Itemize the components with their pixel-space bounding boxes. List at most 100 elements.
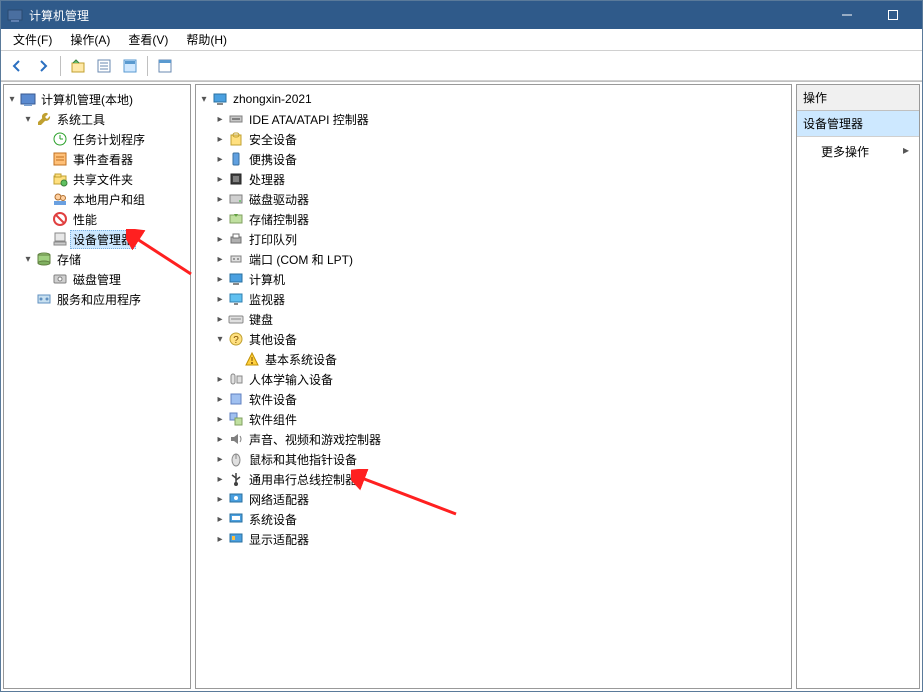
tree-label: 通用串行总线控制器 [246,470,360,489]
tree-label: 显示适配器 [246,530,312,549]
menu-view[interactable]: 查看(V) [120,29,176,50]
wrench-icon [36,111,52,127]
root-mgmt-icon [20,91,36,107]
refresh-button[interactable] [118,54,142,78]
tree-label: 人体学输入设备 [246,370,336,389]
device-category[interactable]: ▸IDE ATA/ATAPI 控制器 [196,109,791,129]
tree-label: 系统工具 [54,110,108,129]
actions-context: 设备管理器 [797,111,919,137]
device-category[interactable]: ▸ 便携设备 [196,149,791,169]
device-category[interactable]: ▸计算机 [196,269,791,289]
device-category[interactable]: ▸安全设备 [196,129,791,149]
tree-node[interactable]: ▾存储 [4,249,190,269]
tree-twisty[interactable]: ▸ [212,211,228,227]
tree-node[interactable]: ▾ 系统工具 [4,109,190,129]
device-category[interactable]: ▸ 人体学输入设备 [196,369,791,389]
tree-twisty-none [36,151,52,167]
tree-twisty[interactable]: ▸ [212,371,228,387]
tree-item[interactable]: 任务计划程序 [4,129,190,149]
tree-label: 声音、视频和游戏控制器 [246,430,384,449]
computer-icon [228,271,244,287]
menu-file[interactable]: 文件(F) [5,29,60,50]
tree-twisty[interactable]: ▾ [20,251,36,267]
tree-twisty[interactable]: ▸ [212,131,228,147]
menu-action[interactable]: 操作(A) [62,29,118,50]
tree-twisty-none [36,211,52,227]
print-icon [228,231,244,247]
device-category[interactable]: ▸软件组件 [196,409,791,429]
tree-label: 便携设备 [246,150,300,169]
app-icon [7,7,23,23]
device-tree-pane[interactable]: ▾zhongxin-2021▸IDE ATA/ATAPI 控制器▸安全设备▸便携… [195,84,792,689]
properties-button[interactable] [92,54,116,78]
tree-twisty[interactable]: ▸ [212,451,228,467]
device-category[interactable]: ▸ 显示适配器 [196,529,791,549]
tree-twisty[interactable]: ▸ [212,251,228,267]
tree-twisty[interactable]: ▸ [212,471,228,487]
tree-twisty[interactable]: ▸ [212,391,228,407]
device-category[interactable]: ▸系统设备 [196,509,791,529]
tree-twisty[interactable]: ▸ [212,191,228,207]
up-button[interactable] [66,54,90,78]
tree-twisty[interactable]: ▾ [4,91,20,107]
actions-header: 操作 [797,85,919,111]
tree-twisty[interactable]: ▾ [196,91,212,107]
device-category[interactable]: ▸磁盘驱动器 [196,189,791,209]
minimize-button[interactable] [824,1,870,29]
disk-icon [52,271,68,287]
tree-item[interactable]: 性能 [4,209,190,229]
tree-item[interactable]: 磁盘管理 [4,269,190,289]
device-category[interactable]: ▸软件设备 [196,389,791,409]
tree-twisty[interactable]: ▸ [212,511,228,527]
device-category[interactable]: ▸网络适配器 [196,489,791,509]
tree-item[interactable]: 共享文件夹 [4,169,190,189]
device-category[interactable]: ▸ 端口 (COM 和 LPT) [196,249,791,269]
tree-label: 打印队列 [246,230,300,249]
tree-twisty[interactable]: ▸ [212,411,228,427]
tree-twisty[interactable]: ▸ [212,311,228,327]
tree-label: 鼠标和其他指针设备 [246,450,360,469]
tree-twisty[interactable]: ▸ [212,171,228,187]
more-actions[interactable]: 更多操作 ▸ [797,137,919,166]
tree-root[interactable]: ▾计算机管理(本地) [4,89,190,109]
back-button[interactable] [5,54,29,78]
device-item[interactable]: 基本系统设备 [196,349,791,369]
tree-twisty[interactable]: ▾ [20,111,36,127]
tree-twisty[interactable]: ▸ [212,431,228,447]
tree-twisty[interactable]: ▸ [212,151,228,167]
device-root[interactable]: ▾zhongxin-2021 [196,89,791,109]
warn-icon [244,351,260,367]
help-button[interactable] [153,54,177,78]
device-category[interactable]: ▸监视器 [196,289,791,309]
tree-label: 端口 (COM 和 LPT) [246,250,356,269]
tree-twisty[interactable]: ▸ [212,491,228,507]
maximize-button[interactable] [870,1,916,29]
forward-button[interactable] [31,54,55,78]
tree-item[interactable]: 本地用户和组 [4,189,190,209]
left-tree-pane[interactable]: ▾计算机管理(本地)▾系统工具任务计划程序事件查看器共享文件夹本地用户和组性能设… [3,84,191,689]
audio-icon [228,431,244,447]
device-category[interactable]: ▸存储控制器 [196,209,791,229]
tree-item[interactable]: 设备管理器 [4,229,190,249]
device-category[interactable]: ▸ 通用串行总线控制器 [196,469,791,489]
tree-twisty[interactable]: ▸ [212,531,228,547]
tree-label: 键盘 [246,310,276,329]
device-category[interactable]: ▸ 键盘 [196,309,791,329]
monitor-icon [228,291,244,307]
device-category[interactable]: ▾?其他设备 [196,329,791,349]
menu-help[interactable]: 帮助(H) [178,29,235,50]
tree-twisty[interactable]: ▸ [212,271,228,287]
tree-twisty[interactable]: ▸ [212,291,228,307]
tree-twisty[interactable]: ▸ [212,111,228,127]
device-category[interactable]: ▸处理器 [196,169,791,189]
tree-twisty[interactable]: ▸ [212,231,228,247]
tree-twisty[interactable]: ▾ [212,331,228,347]
device-category[interactable]: ▸ 声音、视频和游戏控制器 [196,429,791,449]
device-category[interactable]: ▸ 鼠标和其他指针设备 [196,449,791,469]
tree-item[interactable]: 事件查看器 [4,149,190,169]
tree-label: 磁盘管理 [70,270,124,289]
tree-node[interactable]: 服务和应用程序 [4,289,190,309]
device-category[interactable]: ▸ 打印队列 [196,229,791,249]
cpu-icon [228,171,244,187]
tree-twisty-none [36,231,52,247]
